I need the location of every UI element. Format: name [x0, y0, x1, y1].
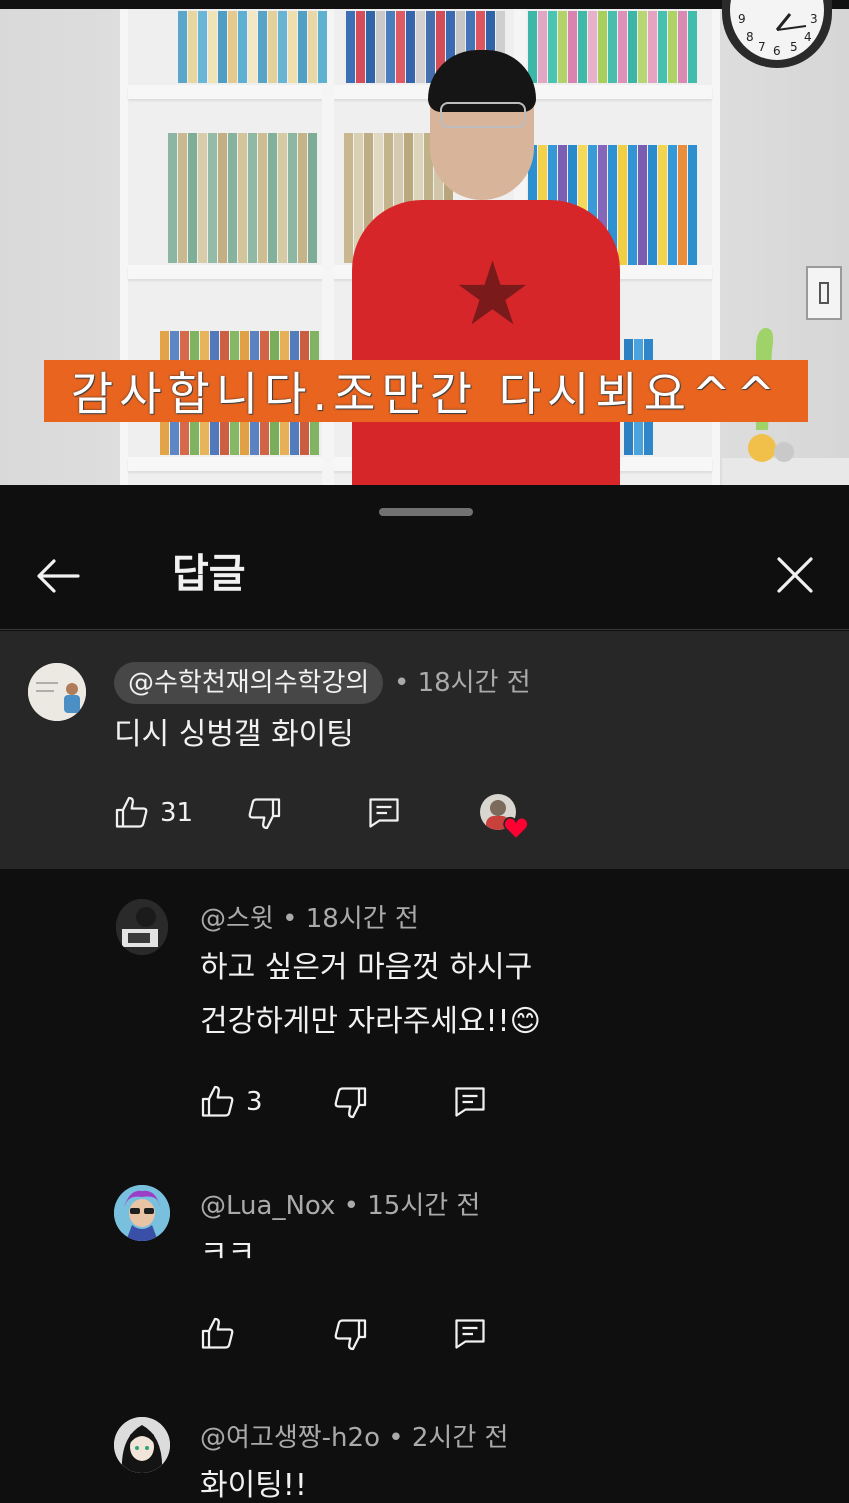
reply-author-time: @스윗 • 18시간 전: [200, 904, 419, 934]
reply-text-line: 하고 싶은거 마음껏 하시구: [200, 950, 533, 985]
like-count: 31: [160, 798, 194, 828]
clock-digit: 3: [810, 12, 818, 26]
glasses: [440, 102, 526, 128]
thumbs-down-icon: [248, 798, 281, 830]
reply-comment-icon: [455, 1319, 485, 1349]
clock-face: 9 8 7 6 5 4 3: [730, 0, 824, 60]
arrow-left-icon: [37, 559, 80, 593]
heart-icon: [503, 816, 529, 840]
light-switch: [806, 266, 842, 320]
reply-comment-icon: [369, 798, 399, 828]
video-subtitle-bar: 감사합니다.조만간 다시뵈요^^: [44, 360, 808, 422]
dislike-button[interactable]: [332, 1084, 368, 1120]
dislike-button[interactable]: [246, 795, 282, 831]
thumbs-down-icon: [334, 1087, 367, 1119]
thumbs-up-icon: [201, 1317, 234, 1349]
comment-time: • 18시간 전: [394, 668, 531, 698]
replies-sheet: 답글 @수학천재의수학강의 • 18시간 전 디시 싱벙갤 화이팅 31 @스윗…: [0, 488, 849, 1503]
smiling-face-emoji: 😊: [509, 1004, 541, 1039]
clock-digit: 4: [804, 30, 812, 44]
reply-button[interactable]: [366, 795, 402, 831]
clock-digit: 6: [773, 44, 781, 58]
reply-button[interactable]: [452, 1084, 488, 1120]
comment-text: 디시 싱벙갤 화이팅: [114, 717, 354, 752]
reply-comment-icon: [455, 1087, 485, 1117]
dislike-button[interactable]: [332, 1316, 368, 1352]
thumbs-up-icon: [201, 1085, 234, 1117]
reply-text-line: 건강하게만 자라주세요!!😊: [200, 1002, 541, 1042]
thumbs-up-icon: [115, 796, 148, 828]
avatar[interactable]: [114, 1417, 170, 1473]
close-icon: [777, 557, 813, 593]
avatar[interactable]: [114, 1185, 170, 1241]
book-row: [168, 133, 318, 263]
close-button[interactable]: [766, 546, 824, 604]
like-button[interactable]: [200, 1316, 246, 1352]
clock-digit: 8: [746, 30, 754, 44]
page-title: 답글: [172, 551, 246, 597]
like-button[interactable]: 31: [114, 795, 193, 831]
like-count: 3: [246, 1087, 263, 1117]
video-subtitle: 감사합니다.조만간 다시뵈요^^: [70, 367, 782, 421]
avatar[interactable]: [28, 663, 86, 721]
reply-text-fragment: 건강하게만 자라주세요!!: [200, 1004, 510, 1039]
clock-digit: 7: [758, 40, 766, 54]
avatar[interactable]: [116, 899, 168, 955]
reply-author-time: @Lua_Nox • 15시간 전: [200, 1191, 481, 1221]
parent-comment: @수학천재의수학강의 • 18시간 전 디시 싱벙갤 화이팅 31: [0, 631, 849, 869]
creator-heart-badge: [480, 794, 529, 842]
video-player[interactable]: 9 8 7 6 5 4 3 ★ 감사합니다.조만간 다시뵈요^^: [0, 0, 849, 485]
thumbs-down-icon: [334, 1319, 367, 1351]
reply-button[interactable]: [452, 1316, 488, 1352]
clock-digit: 5: [790, 40, 798, 54]
drag-handle[interactable]: [379, 508, 473, 516]
clock-digit: 9: [738, 12, 746, 26]
reply-text-line: 화이팅!!: [200, 1468, 307, 1503]
wall-clock: 9 8 7 6 5 4 3: [722, 0, 832, 68]
star-icon: ★: [453, 242, 532, 345]
author-chip[interactable]: @수학천재의수학강의: [114, 662, 384, 704]
book-row: [178, 11, 328, 83]
like-button[interactable]: 3: [200, 1084, 263, 1120]
reply-author-time: @여고생짱-h2o • 2시간 전: [200, 1423, 509, 1453]
reply-text-line: ㅋㅋ: [200, 1235, 256, 1270]
sheet-header: 답글: [0, 528, 849, 630]
back-button[interactable]: [30, 548, 86, 604]
